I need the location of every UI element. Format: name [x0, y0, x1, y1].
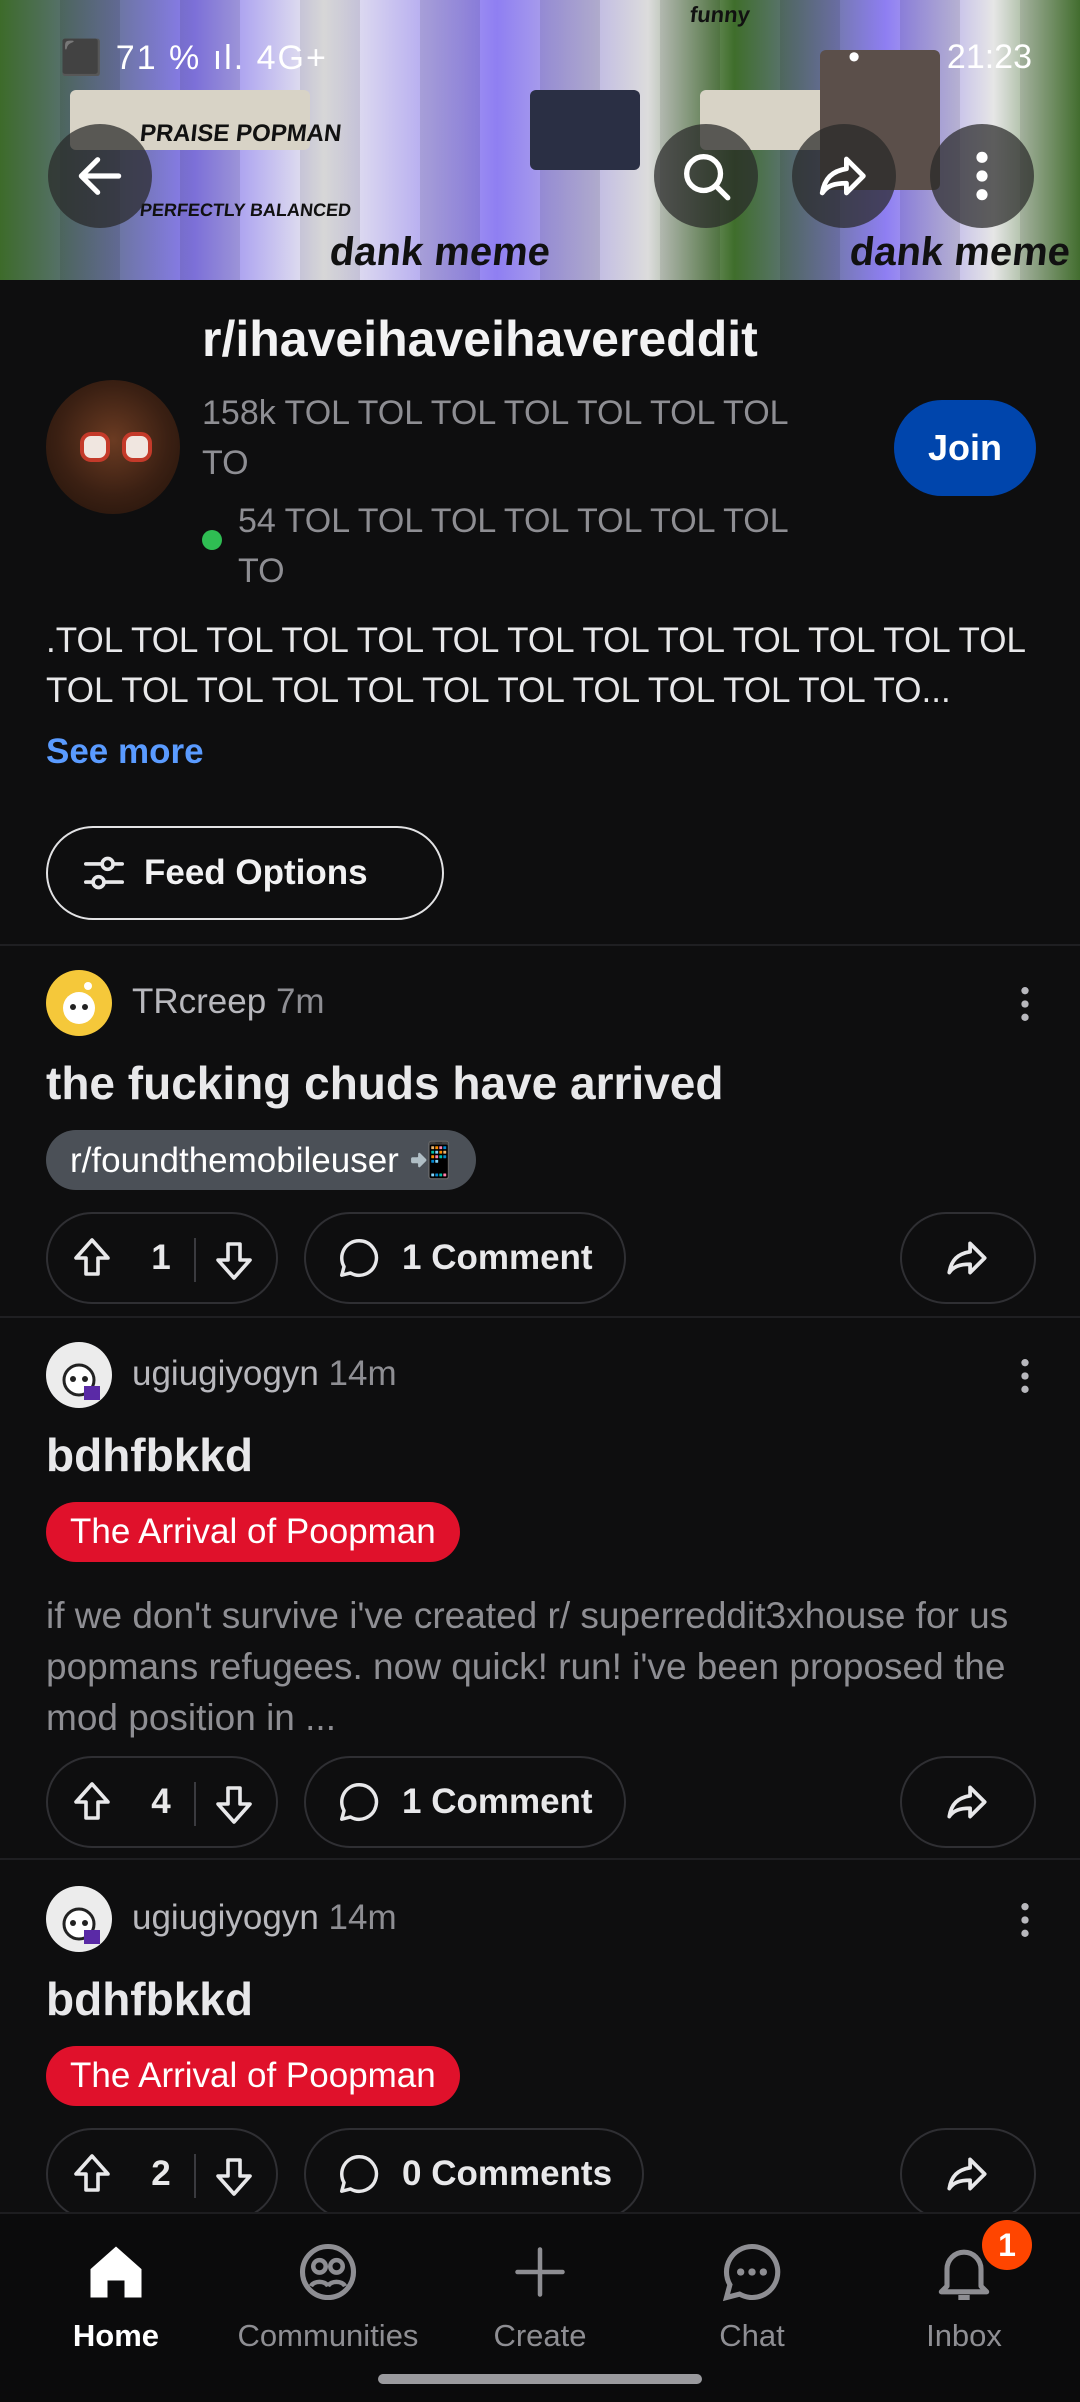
share-button[interactable] — [900, 1756, 1036, 1848]
comment-icon — [340, 1239, 379, 1277]
comments-button[interactable]: 0 Comments — [304, 2128, 644, 2220]
comment-icon — [340, 1783, 379, 1821]
post-author[interactable]: ugiugiyogyn — [132, 1354, 319, 1393]
banner-photo — [530, 90, 640, 170]
sliders-icon — [84, 856, 124, 890]
post-meta: ugiugiyogyn 14m — [132, 1898, 397, 1938]
plus-icon — [515, 2247, 565, 2297]
inbox-badge: 1 — [982, 2220, 1032, 2270]
nav-chat[interactable]: Chat — [652, 2232, 852, 2354]
comment-count: 1 Comment — [402, 1782, 593, 1821]
search-button[interactable] — [654, 124, 758, 228]
post-title[interactable]: bdhfbkkd — [46, 1972, 253, 2026]
comment-count: 0 Comments — [402, 2154, 613, 2193]
subreddit-banner: PRAISE POPMAN dank meme PERFECTLY BALANC… — [0, 0, 1080, 280]
user-avatar[interactable] — [46, 1342, 112, 1408]
join-button[interactable]: Join — [894, 400, 1036, 496]
post-time: 7m — [275, 982, 325, 1021]
feed-options-button[interactable]: Feed Options — [46, 826, 444, 920]
comment-icon — [340, 2155, 379, 2193]
vote-count: 2 — [151, 2154, 171, 2193]
comment-count: 1 Comment — [402, 1238, 593, 1277]
communities-icon — [299, 2243, 357, 2301]
share-button[interactable] — [900, 2128, 1036, 2220]
more-vertical-icon — [1021, 987, 1029, 1021]
post-time: 14m — [328, 1354, 397, 1393]
post-flair[interactable]: r/foundthemobileuser 📲 — [46, 1130, 477, 1190]
banner-text: dank meme — [847, 230, 1073, 274]
upvote-icon[interactable] — [68, 1778, 116, 1826]
more-vertical-icon — [1021, 1903, 1029, 1937]
banner-text: PRAISE POPMAN — [138, 120, 343, 147]
subreddit-avatar[interactable] — [46, 380, 180, 514]
share-icon — [947, 1241, 987, 1275]
vote-bar: 4 — [46, 1756, 278, 1848]
post-options-button[interactable] — [1010, 1356, 1040, 1396]
divider — [0, 1858, 1080, 1860]
online-dot-icon — [202, 530, 222, 550]
upvote-icon[interactable] — [68, 2150, 116, 2198]
snoo-icon — [63, 982, 95, 1024]
nav-create[interactable]: Create — [440, 2232, 640, 2354]
upvote-icon[interactable] — [68, 1234, 116, 1282]
snoo-icon — [62, 1907, 100, 1944]
member-count: 158k TOL TOL TOL TOL TOL TOL TOL TO — [202, 394, 788, 482]
status-right-icons: • — [848, 38, 860, 76]
more-vertical-icon — [976, 151, 988, 201]
banner-text: dank meme — [327, 230, 553, 274]
banner-text: PERFECTLY BALANCED — [139, 200, 353, 220]
vote-count: 4 — [151, 1782, 171, 1821]
nav-communities[interactable]: Communities — [228, 2232, 428, 2354]
downvote-icon[interactable] — [210, 2152, 258, 2200]
post-title[interactable]: bdhfbkkd — [46, 1428, 253, 1482]
post-options-button[interactable] — [1010, 1900, 1040, 1940]
more-options-button[interactable] — [930, 124, 1034, 228]
banner-text: funny — [688, 2, 752, 27]
nav-inbox[interactable]: Inbox — [864, 2232, 1064, 2354]
subreddit-description: .TOL TOL TOL TOL TOL TOL TOL TOL TOL TOL… — [46, 621, 1025, 710]
post-meta: TRcreep 7m — [132, 982, 325, 1022]
vote-bar: 2 — [46, 2128, 278, 2220]
subreddit-name: r/ihaveihaveihavereddit — [202, 311, 758, 367]
feed-options-label: Feed Options — [144, 853, 368, 892]
post-time: 14m — [328, 1898, 397, 1937]
arrow-left-icon — [78, 157, 122, 195]
status-time: 21:23 — [946, 38, 1032, 76]
snoo-icon — [62, 1363, 100, 1400]
share-icon — [819, 156, 866, 196]
back-button[interactable] — [48, 124, 152, 228]
status-bar: ⬛ 71 % ıl. 4G+ • 21:23 — [0, 34, 1080, 86]
user-avatar[interactable] — [46, 970, 112, 1036]
search-icon — [684, 154, 731, 201]
post-body-preview[interactable]: if we don't survive i've created r/ supe… — [46, 1590, 1036, 1743]
share-button[interactable] — [900, 1212, 1036, 1304]
post-title[interactable]: the fucking chuds have arrived — [46, 1056, 723, 1110]
comments-button[interactable]: 1 Comment — [304, 1756, 626, 1848]
more-vertical-icon — [1021, 1359, 1029, 1393]
nav-home[interactable]: Home — [16, 2232, 216, 2354]
vote-bar: 1 — [46, 1212, 278, 1304]
downvote-icon[interactable] — [210, 1236, 258, 1284]
post-author[interactable]: ugiugiyogyn — [132, 1898, 319, 1937]
downvote-icon[interactable] — [210, 1780, 258, 1828]
home-icon — [90, 2246, 142, 2298]
vote-count: 1 — [151, 1238, 171, 1277]
post-flair[interactable]: The Arrival of Poopman — [46, 2046, 460, 2106]
share-icon — [947, 2157, 987, 2191]
comments-button[interactable]: 1 Comment — [304, 1212, 626, 1304]
post-options-button[interactable] — [1010, 984, 1040, 1024]
gesture-bar[interactable] — [378, 2374, 702, 2384]
user-avatar[interactable] — [46, 1886, 112, 1952]
post-meta: ugiugiyogyn 14m — [132, 1354, 397, 1394]
post-flair[interactable]: The Arrival of Poopman — [46, 1502, 460, 1562]
see-more-link[interactable]: See more — [46, 732, 204, 772]
divider — [0, 1316, 1080, 1318]
chat-icon — [722, 2243, 781, 2302]
share-subreddit-button[interactable] — [792, 124, 896, 228]
share-icon — [947, 1785, 987, 1819]
divider — [0, 944, 1080, 946]
status-left-icons: ⬛ 71 % ıl. 4G+ — [60, 39, 328, 77]
post-author[interactable]: TRcreep — [132, 982, 266, 1021]
